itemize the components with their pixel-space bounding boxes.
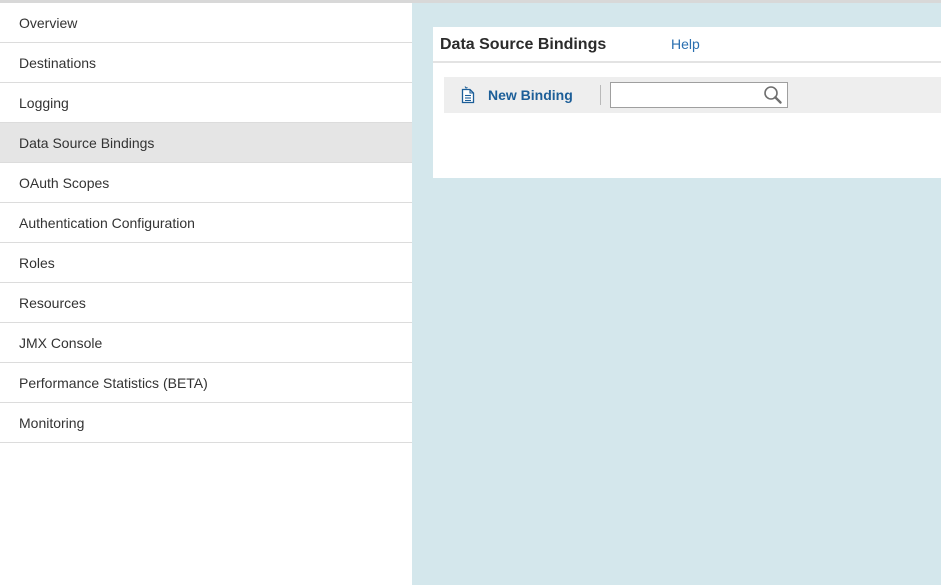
sidebar-item-label: OAuth Scopes	[19, 174, 110, 191]
sidebar-item-resources[interactable]: Resources	[0, 283, 412, 323]
sidebar-item-label: Logging	[19, 94, 69, 111]
new-document-icon	[461, 86, 475, 104]
new-binding-label: New Binding	[488, 87, 573, 103]
sidebar-nav-list: Overview Destinations Logging Data Sourc…	[0, 3, 412, 443]
sidebar: Overview Destinations Logging Data Sourc…	[0, 3, 412, 585]
main-content: Data Source Bindings Help New Binding	[412, 3, 941, 585]
page-title: Data Source Bindings	[440, 36, 607, 53]
sidebar-item-label: JMX Console	[19, 334, 103, 351]
new-binding-button[interactable]: New Binding	[461, 84, 573, 106]
sidebar-item-label: Authentication Configuration	[19, 214, 195, 231]
toolbar: New Binding	[444, 77, 941, 113]
search-box	[610, 82, 788, 108]
help-link[interactable]: Help	[671, 36, 700, 52]
sidebar-item-overview[interactable]: Overview	[0, 3, 412, 43]
sidebar-item-label: Destinations	[19, 54, 97, 71]
sidebar-item-label: Overview	[19, 14, 78, 31]
sidebar-item-monitoring[interactable]: Monitoring	[0, 403, 412, 443]
sidebar-item-label: Monitoring	[19, 414, 85, 431]
panel-header: Data Source Bindings Help	[433, 27, 941, 63]
sidebar-item-label: Performance Statistics (BETA)	[19, 374, 208, 391]
sidebar-item-label: Resources	[19, 294, 86, 311]
sidebar-item-authentication-configuration[interactable]: Authentication Configuration	[0, 203, 412, 243]
sidebar-item-logging[interactable]: Logging	[0, 83, 412, 123]
sidebar-item-jmx-console[interactable]: JMX Console	[0, 323, 412, 363]
data-source-bindings-panel: Data Source Bindings Help New Binding	[433, 27, 941, 178]
search-input[interactable]	[613, 84, 763, 106]
sidebar-item-oauth-scopes[interactable]: OAuth Scopes	[0, 163, 412, 203]
sidebar-item-destinations[interactable]: Destinations	[0, 43, 412, 83]
toolbar-divider	[600, 85, 601, 105]
sidebar-item-label: Data Source Bindings	[19, 134, 155, 151]
sidebar-item-data-source-bindings[interactable]: Data Source Bindings	[0, 123, 412, 163]
sidebar-item-roles[interactable]: Roles	[0, 243, 412, 283]
sidebar-item-performance-statistics[interactable]: Performance Statistics (BETA)	[0, 363, 412, 403]
search-icon[interactable]	[763, 85, 783, 105]
sidebar-item-label: Roles	[19, 254, 55, 271]
